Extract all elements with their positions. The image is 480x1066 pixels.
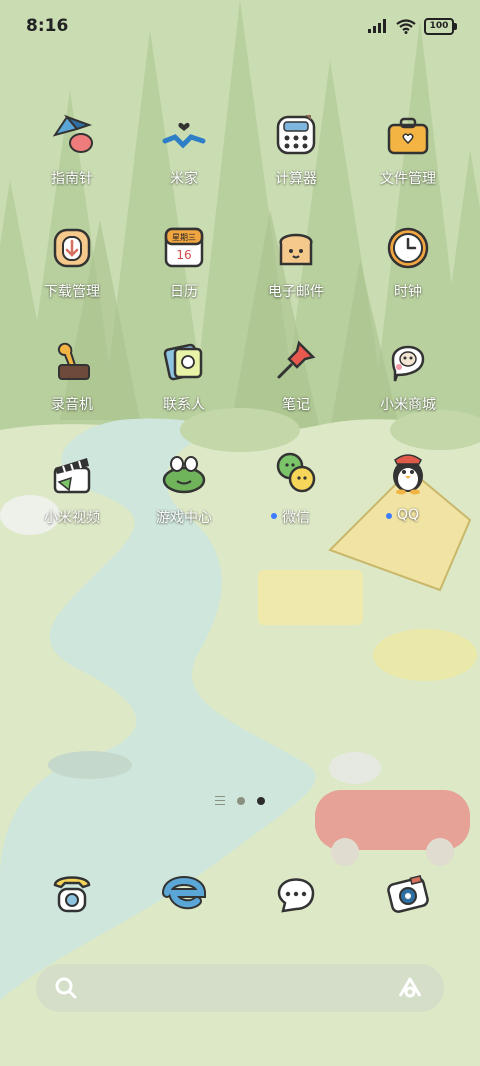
app-label: 小米视频 bbox=[44, 510, 100, 526]
camera-icon bbox=[384, 868, 432, 916]
dock-messages[interactable] bbox=[240, 868, 352, 916]
app-label: 录音机 bbox=[51, 397, 93, 413]
app-label: 文件管理 bbox=[380, 171, 436, 187]
app-label: 日历 bbox=[170, 284, 198, 300]
contacts-book-icon bbox=[160, 336, 208, 384]
app-game-center[interactable]: 游戏中心 bbox=[128, 449, 240, 527]
app-label: 米家 bbox=[170, 171, 198, 187]
new-indicator-dot bbox=[271, 513, 277, 519]
status-bar: 8:16 100 bbox=[0, 0, 480, 52]
app-email[interactable]: 电子邮件 bbox=[240, 223, 352, 301]
page-dot-2-active[interactable] bbox=[257, 796, 265, 805]
app-compass[interactable]: 指南针 bbox=[16, 110, 128, 188]
app-label: 指南针 bbox=[51, 171, 93, 187]
app-label: 游戏中心 bbox=[156, 510, 212, 526]
app-recorder[interactable]: 录音机 bbox=[16, 336, 128, 414]
status-icons: 100 bbox=[368, 17, 457, 35]
mijia-icon bbox=[160, 110, 208, 158]
frog-gamepad-icon bbox=[160, 449, 208, 497]
app-label: QQ bbox=[385, 507, 420, 523]
dock-phone[interactable] bbox=[16, 868, 128, 916]
briefcase-folder-icon bbox=[384, 110, 432, 158]
messages-bubble-icon bbox=[272, 868, 320, 916]
app-files[interactable]: 文件管理 bbox=[352, 110, 464, 188]
clapperboard-icon bbox=[48, 449, 96, 497]
app-label: 下载管理 bbox=[44, 284, 100, 300]
app-clock[interactable]: 时钟 bbox=[352, 223, 464, 301]
calendar-day: 16 bbox=[176, 248, 191, 262]
download-toast-icon bbox=[48, 223, 96, 271]
app-mi-video[interactable]: 小米视频 bbox=[16, 449, 128, 527]
app-mi-store[interactable]: 小米商城 bbox=[352, 336, 464, 414]
app-mijia[interactable]: 米家 bbox=[128, 110, 240, 188]
penguin-icon bbox=[384, 449, 432, 497]
pushpin-icon bbox=[272, 336, 320, 384]
calendar-icon: 星期三 16 bbox=[160, 223, 208, 271]
signal-icon bbox=[368, 19, 386, 33]
app-wechat[interactable]: 微信 bbox=[240, 449, 352, 527]
calculator-icon bbox=[272, 110, 320, 158]
app-contacts[interactable]: 联系人 bbox=[128, 336, 240, 414]
app-label: 计算器 bbox=[275, 171, 317, 187]
app-calendar[interactable]: 星期三 16 日历 bbox=[128, 223, 240, 301]
app-label: 笔记 bbox=[282, 397, 310, 413]
app-label: 微信 bbox=[271, 507, 310, 527]
app-label-text: QQ bbox=[396, 507, 420, 523]
new-indicator-dot bbox=[385, 513, 392, 519]
dock-browser[interactable] bbox=[128, 868, 240, 916]
app-label: 电子邮件 bbox=[268, 284, 324, 300]
page-dot-1[interactable] bbox=[237, 796, 245, 805]
calendar-weekday: 星期三 bbox=[172, 233, 196, 242]
app-label: 时钟 bbox=[394, 284, 422, 300]
bread-mail-icon bbox=[272, 223, 320, 271]
clock-icon bbox=[384, 223, 432, 271]
app-label: 联系人 bbox=[163, 397, 205, 413]
app-calculator[interactable]: 计算器 bbox=[240, 110, 352, 188]
page-indicator[interactable] bbox=[0, 796, 480, 805]
app-drawer-lines-icon[interactable] bbox=[215, 796, 225, 805]
compass-icon bbox=[48, 110, 96, 158]
battery-icon: 100 bbox=[424, 17, 457, 35]
app-qq[interactable]: QQ bbox=[352, 449, 464, 523]
status-time: 8:16 bbox=[26, 16, 69, 36]
browser-e-icon bbox=[160, 868, 208, 916]
app-label: 小米商城 bbox=[380, 397, 436, 413]
dog-speech-bubble-icon bbox=[384, 336, 432, 384]
phone-icon bbox=[48, 868, 96, 916]
wechat-chicks-icon bbox=[272, 449, 320, 497]
assistant-icon[interactable] bbox=[396, 976, 424, 1000]
wifi-icon bbox=[396, 18, 416, 34]
app-label-text: 微信 bbox=[282, 510, 310, 526]
app-notes[interactable]: 笔记 bbox=[240, 336, 352, 414]
dock-camera[interactable] bbox=[352, 868, 464, 916]
gramophone-icon bbox=[48, 336, 96, 384]
app-downloads[interactable]: 下载管理 bbox=[16, 223, 128, 301]
search-bar[interactable] bbox=[36, 964, 444, 1012]
search-icon[interactable] bbox=[54, 976, 78, 1000]
